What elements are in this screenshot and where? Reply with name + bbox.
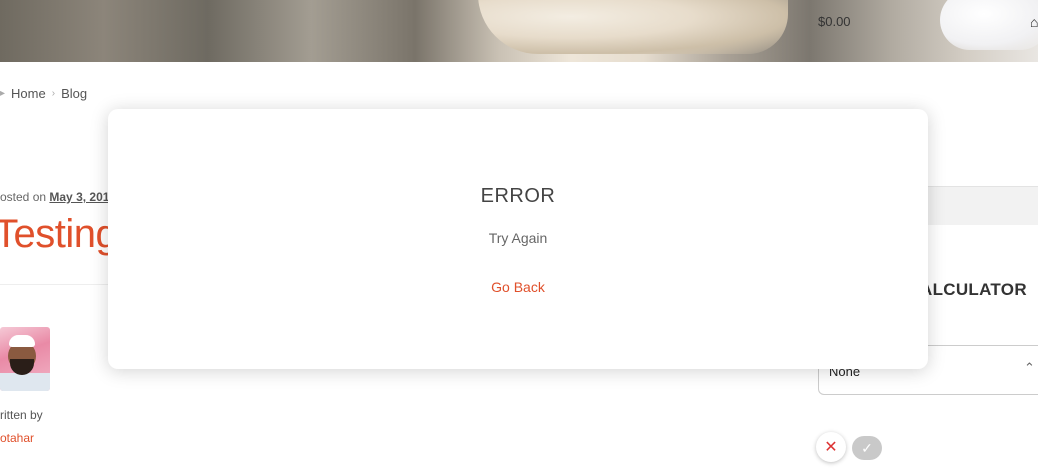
go-back-link[interactable]: Go Back xyxy=(491,279,545,295)
modal-title: ERROR xyxy=(480,185,556,207)
modal-message: Try Again xyxy=(488,230,548,246)
go-back-link-wrap: Go Back xyxy=(108,279,928,295)
error-modal: ERROR Try Again Go Back xyxy=(108,109,928,369)
